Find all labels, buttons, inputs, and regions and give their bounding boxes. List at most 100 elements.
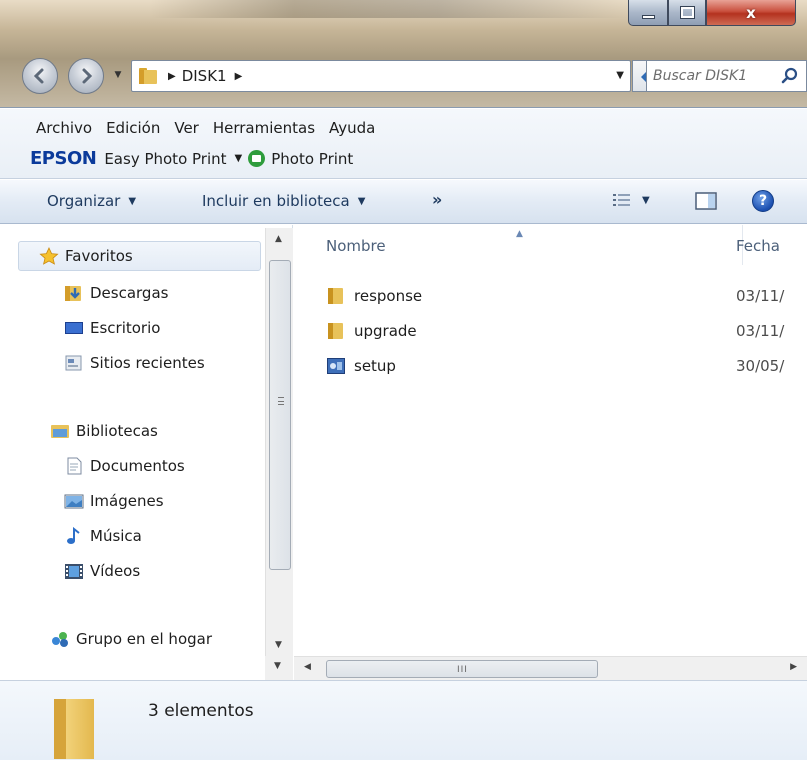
nav-item-videos[interactable]: Vídeos xyxy=(64,562,140,580)
nav-item-label: Escritorio xyxy=(90,319,161,337)
nav-vertical-scrollbar[interactable]: ▲ ▼ xyxy=(265,228,293,656)
documents-icon xyxy=(67,457,82,475)
scroll-left-icon[interactable]: ◀ xyxy=(304,662,311,672)
grip-icon: III xyxy=(457,665,468,675)
organize-button[interactable]: Organizar ▼ xyxy=(47,192,136,210)
scrollbar-thumb[interactable] xyxy=(269,260,291,570)
menu-edicion[interactable]: Edición xyxy=(99,117,167,139)
epson-logo: EPSON xyxy=(30,148,97,169)
navigation-pane: Favoritos Descargas Escritorio Sitios re… xyxy=(0,225,293,655)
address-history-dropdown-icon[interactable]: ▼ xyxy=(616,70,624,81)
nav-libraries[interactable]: Bibliotecas xyxy=(50,422,158,440)
nav-item-imagenes[interactable]: Imágenes xyxy=(64,492,164,510)
search-icon[interactable] xyxy=(781,67,799,85)
organize-label: Organizar xyxy=(47,192,121,210)
easy-photo-print-dropdown-icon[interactable]: ▼ xyxy=(235,153,243,164)
nav-libraries-label: Bibliotecas xyxy=(76,422,158,440)
nav-favorites[interactable]: Favoritos xyxy=(18,241,261,271)
window-controls: x xyxy=(628,0,796,26)
scroll-up-icon[interactable]: ▲ xyxy=(275,234,282,244)
file-row-upgrade[interactable]: upgrade 03/11/ xyxy=(326,322,807,340)
folder-icon xyxy=(328,323,343,339)
nav-favorites-label: Favoritos xyxy=(65,247,133,265)
menu-herramientas[interactable]: Herramientas xyxy=(206,117,322,139)
nav-item-sitios-recientes[interactable]: Sitios recientes xyxy=(64,354,205,372)
star-icon xyxy=(39,247,59,265)
photo-print-button[interactable]: Photo Print xyxy=(271,150,353,168)
scroll-down-icon[interactable]: ▼ xyxy=(275,640,282,650)
nav-item-documentos[interactable]: Documentos xyxy=(64,457,185,475)
minimize-icon xyxy=(641,14,655,19)
minimize-button[interactable] xyxy=(628,0,668,26)
menu-ver[interactable]: Ver xyxy=(167,117,206,139)
sort-ascending-icon: ▲ xyxy=(516,229,523,239)
scrollbar-thumb[interactable]: III xyxy=(326,660,598,678)
nav-scroll-corner: ▼ xyxy=(265,656,293,680)
preview-pane-icon xyxy=(695,192,717,210)
address-bar[interactable]: ▶ DISK1 ▶ ▼ xyxy=(131,60,631,92)
nav-item-label: Vídeos xyxy=(90,562,141,580)
homegroup-icon xyxy=(52,632,68,647)
column-header-name[interactable]: Nombre xyxy=(326,237,386,255)
more-commands-button[interactable]: » xyxy=(432,190,442,209)
command-toolbar: Organizar ▼ Incluir en biblioteca ▼ » ▼ … xyxy=(0,180,807,224)
easy-photo-print-button[interactable]: Easy Photo Print xyxy=(104,150,226,168)
include-in-library-button[interactable]: Incluir en biblioteca ▼ xyxy=(202,192,365,210)
forward-button[interactable] xyxy=(68,58,104,94)
file-row-setup[interactable]: setup 30/05/ xyxy=(326,357,807,375)
close-icon: x xyxy=(746,3,756,22)
search-input[interactable] xyxy=(653,68,781,84)
menu-archivo[interactable]: Archivo xyxy=(36,117,99,139)
nav-item-musica[interactable]: Música xyxy=(64,527,142,545)
breadcrumb-disk1[interactable]: DISK1 xyxy=(182,67,227,85)
folder-icon xyxy=(139,68,157,84)
desktop-icon xyxy=(65,322,83,334)
file-name: response xyxy=(354,287,423,305)
file-date: 03/11/ xyxy=(736,322,785,340)
photo-print-icon xyxy=(248,150,266,167)
breadcrumb-separator-icon[interactable]: ▶ xyxy=(168,71,176,82)
back-button[interactable] xyxy=(22,58,58,94)
nav-item-escritorio[interactable]: Escritorio xyxy=(64,319,160,337)
breadcrumb-separator-icon[interactable]: ▶ xyxy=(235,71,243,82)
scroll-down-icon[interactable]: ▼ xyxy=(274,661,281,671)
column-header-date[interactable]: Fecha xyxy=(736,237,780,255)
large-folder-icon xyxy=(54,699,94,759)
nav-homegroup-label: Grupo en el hogar xyxy=(76,630,212,648)
file-date: 30/05/ xyxy=(736,357,785,375)
nav-item-label: Sitios recientes xyxy=(90,354,205,372)
file-date: 03/11/ xyxy=(736,287,785,305)
window-titlebar: x ▼ ▶ DISK1 ▶ ▼ xyxy=(0,0,807,108)
file-row-response[interactable]: response 03/11/ xyxy=(326,287,807,305)
chevron-down-icon: ▼ xyxy=(357,195,366,207)
scroll-right-icon[interactable]: ▶ xyxy=(790,662,797,672)
file-list: ▲ Nombre Fecha response 03/11/ upgrade 0… xyxy=(294,225,807,655)
help-icon[interactable]: ? xyxy=(752,190,774,212)
close-button[interactable]: x xyxy=(706,0,796,26)
epson-toolbar: EPSON Easy Photo Print ▼ Photo Print xyxy=(30,148,353,169)
item-count: 3 elementos xyxy=(148,701,254,721)
nav-homegroup[interactable]: Grupo en el hogar xyxy=(50,630,212,648)
back-arrow-icon xyxy=(33,68,44,84)
maximize-icon xyxy=(679,6,695,19)
nav-item-descargas[interactable]: Descargas xyxy=(64,284,168,302)
downloads-folder-icon xyxy=(65,286,81,301)
forward-arrow-icon xyxy=(82,68,93,84)
nav-item-label: Imágenes xyxy=(90,492,164,510)
menu-ayuda[interactable]: Ayuda xyxy=(322,117,382,139)
libraries-icon xyxy=(51,425,69,438)
pictures-icon xyxy=(64,494,84,509)
chevron-down-icon: ▼ xyxy=(642,194,650,206)
preview-pane-button[interactable] xyxy=(695,191,717,215)
recent-pages-dropdown[interactable]: ▼ xyxy=(110,70,126,84)
file-name: setup xyxy=(354,357,396,375)
grip-icon xyxy=(278,397,284,405)
change-view-button[interactable]: ▼ xyxy=(612,192,650,208)
file-name: upgrade xyxy=(354,322,417,340)
include-in-library-label: Incluir en biblioteca xyxy=(202,192,350,210)
music-icon xyxy=(67,527,80,544)
maximize-button[interactable] xyxy=(668,0,706,26)
search-box[interactable] xyxy=(646,60,807,92)
chevron-down-icon: ▼ xyxy=(128,195,137,207)
file-list-horizontal-scrollbar[interactable]: ◀ III ▶ xyxy=(294,656,807,680)
